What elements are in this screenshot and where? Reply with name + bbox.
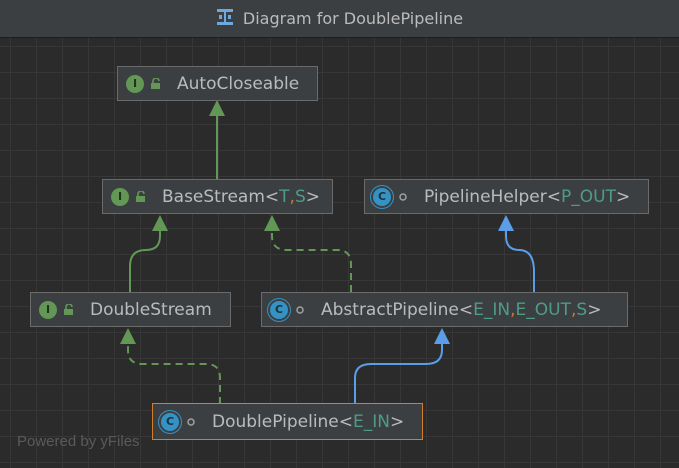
node-name: DoubleStream [90, 299, 212, 320]
edge-doublepipeline-abstractpipeline [354, 328, 450, 404]
public-lock-icon [149, 77, 163, 90]
package-private-icon [293, 305, 307, 315]
node-pipelinehelper[interactable]: C PipelineHelper < P_OUT > [364, 179, 649, 214]
package-private-icon [184, 417, 198, 427]
edge-basestream-autocloseable [209, 100, 225, 179]
node-doublepipeline[interactable]: C DoublePipeline < E_IN > [152, 403, 423, 440]
node-doublestream[interactable]: I DoubleStream [30, 292, 231, 327]
interface-badge-icon: I [126, 74, 144, 93]
type-param: S [294, 186, 306, 207]
edge-doublepipeline-doublestream [120, 328, 221, 404]
public-lock-icon [134, 190, 148, 203]
package-private-icon [396, 192, 410, 202]
type-param: T [279, 186, 290, 207]
node-name: AutoCloseable [177, 73, 300, 94]
window-title: Diagram for DoublePipeline [242, 9, 464, 28]
type-bracket-open: < [458, 299, 474, 320]
title-bar: Diagram for DoublePipeline [0, 0, 679, 38]
node-autocloseable[interactable]: I AutoCloseable [117, 66, 318, 101]
interface-badge-icon: I [111, 187, 129, 206]
type-bracket-close: > [390, 411, 405, 432]
powered-by-label: Powered by yFiles [17, 433, 140, 450]
edge-abstractpipeline-pipelinehelper [498, 215, 535, 292]
type-bracket-open: < [338, 411, 354, 432]
edge-abstractpipeline-basestream [264, 215, 352, 292]
public-lock-icon [62, 303, 76, 316]
node-name: PipelineHelper [424, 186, 547, 207]
type-bracket-close: > [615, 186, 631, 207]
class-badge-icon: C [270, 300, 288, 319]
type-param: P_OUT [561, 186, 616, 207]
diagram-canvas[interactable]: I AutoCloseable I BaseStream < T, S > C Pip… [0, 38, 679, 468]
node-name: BaseStream [162, 186, 265, 207]
type-param: E_IN [353, 411, 391, 432]
node-basestream[interactable]: I BaseStream < T, S > [102, 179, 333, 214]
interface-badge-icon: I [39, 300, 57, 319]
edge-doublestream-basestream [129, 215, 168, 292]
node-abstractpipeline[interactable]: C AbstractPipeline < E_IN, E_OUT, S > [261, 292, 628, 327]
type-bracket-close: > [587, 299, 602, 320]
node-name: AbstractPipeline [321, 299, 459, 320]
class-badge-icon: C [373, 187, 391, 206]
type-bracket-open: < [546, 186, 561, 207]
type-param: E_IN [473, 299, 511, 320]
type-bracket-open: < [264, 186, 280, 207]
node-name: DoublePipeline [212, 411, 339, 432]
type-bracket-close: > [305, 186, 320, 207]
diagram-icon [216, 8, 234, 30]
class-badge-icon: C [161, 412, 179, 431]
type-param: E_OUT [515, 299, 571, 320]
type-param: S [576, 299, 588, 320]
